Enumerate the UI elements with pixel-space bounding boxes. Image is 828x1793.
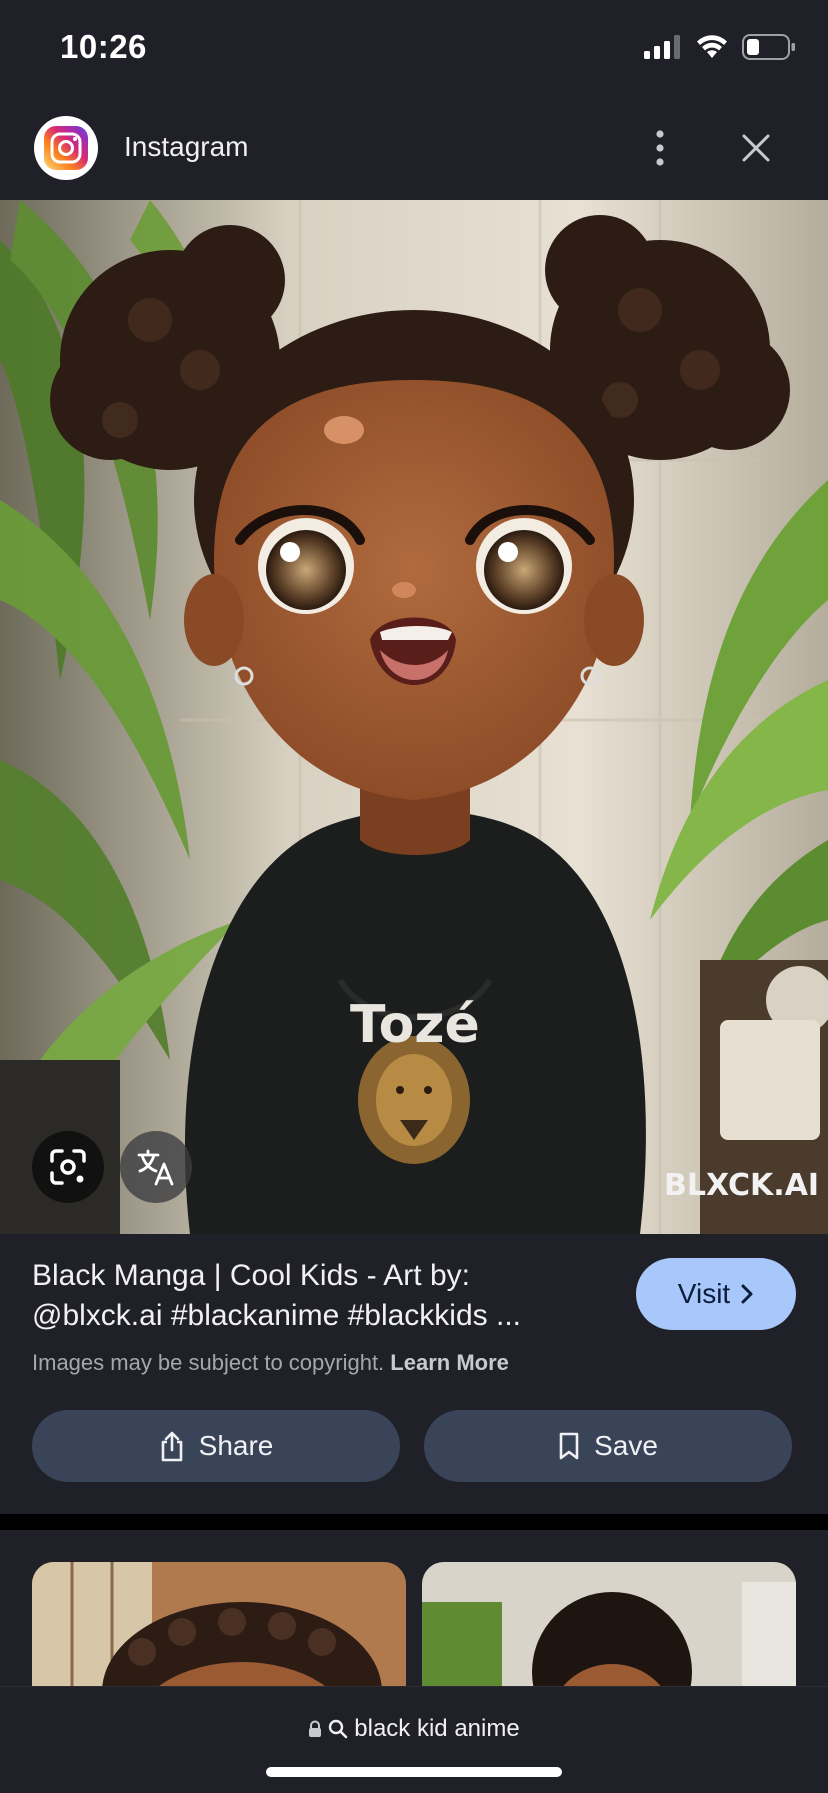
home-indicator <box>266 1767 562 1777</box>
result-image[interactable]: Tozé BLXCK.AI <box>0 200 828 1234</box>
share-label: Share <box>198 1430 274 1461</box>
visit-label: Visit <box>677 1278 731 1309</box>
browser-bottom-bar: black kid anime <box>0 1686 828 1793</box>
source-name: Instagram <box>124 131 249 162</box>
status-bar: 10:26 <box>0 0 828 100</box>
system-icons <box>644 34 796 60</box>
copyright-notice: Images may be subject to copyright. Lear… <box>32 1350 509 1376</box>
wifi-icon <box>697 35 727 58</box>
status-time: 10:26 <box>60 28 147 65</box>
bookmark-icon <box>559 1432 579 1460</box>
copyright-text: Images may be subject to copyright. <box>32 1350 385 1375</box>
section-divider <box>0 1514 828 1530</box>
save-button[interactable]: Save <box>424 1410 792 1482</box>
translate-icon <box>137 1149 174 1186</box>
translate-button[interactable] <box>120 1131 192 1203</box>
learn-more-link[interactable]: Learn More <box>390 1350 509 1375</box>
address-bar[interactable]: black kid anime <box>0 1715 828 1743</box>
more-vert-icon <box>656 130 664 166</box>
share-button[interactable]: Share <box>32 1410 400 1482</box>
visit-button[interactable]: Visit <box>636 1258 796 1330</box>
share-icon <box>161 1431 182 1462</box>
search-icon <box>329 1719 348 1739</box>
result-title[interactable]: Black Manga | Cool Kids - Art by: @blxck… <box>32 1256 602 1336</box>
close-icon <box>742 134 770 162</box>
more-options-button[interactable] <box>640 120 680 176</box>
cellular-signal-icon <box>644 35 680 59</box>
lens-search-button[interactable] <box>32 1131 104 1203</box>
watermark-text: BLXCK.AI <box>664 1168 819 1203</box>
save-label: Save <box>594 1430 658 1461</box>
related-results <box>0 1530 828 1722</box>
chevron-right-icon <box>741 1284 753 1304</box>
shirt-text: Tozé <box>350 995 480 1055</box>
result-info: Black Manga | Cool Kids - Art by: @blxck… <box>0 1234 828 1514</box>
instagram-logo <box>34 116 98 180</box>
lens-icon <box>50 1149 86 1185</box>
battery-icon <box>742 34 795 60</box>
source-header: Instagram <box>0 100 828 200</box>
search-query: black kid anime <box>354 1715 520 1742</box>
lock-icon <box>309 1720 322 1737</box>
close-button[interactable] <box>734 126 778 170</box>
